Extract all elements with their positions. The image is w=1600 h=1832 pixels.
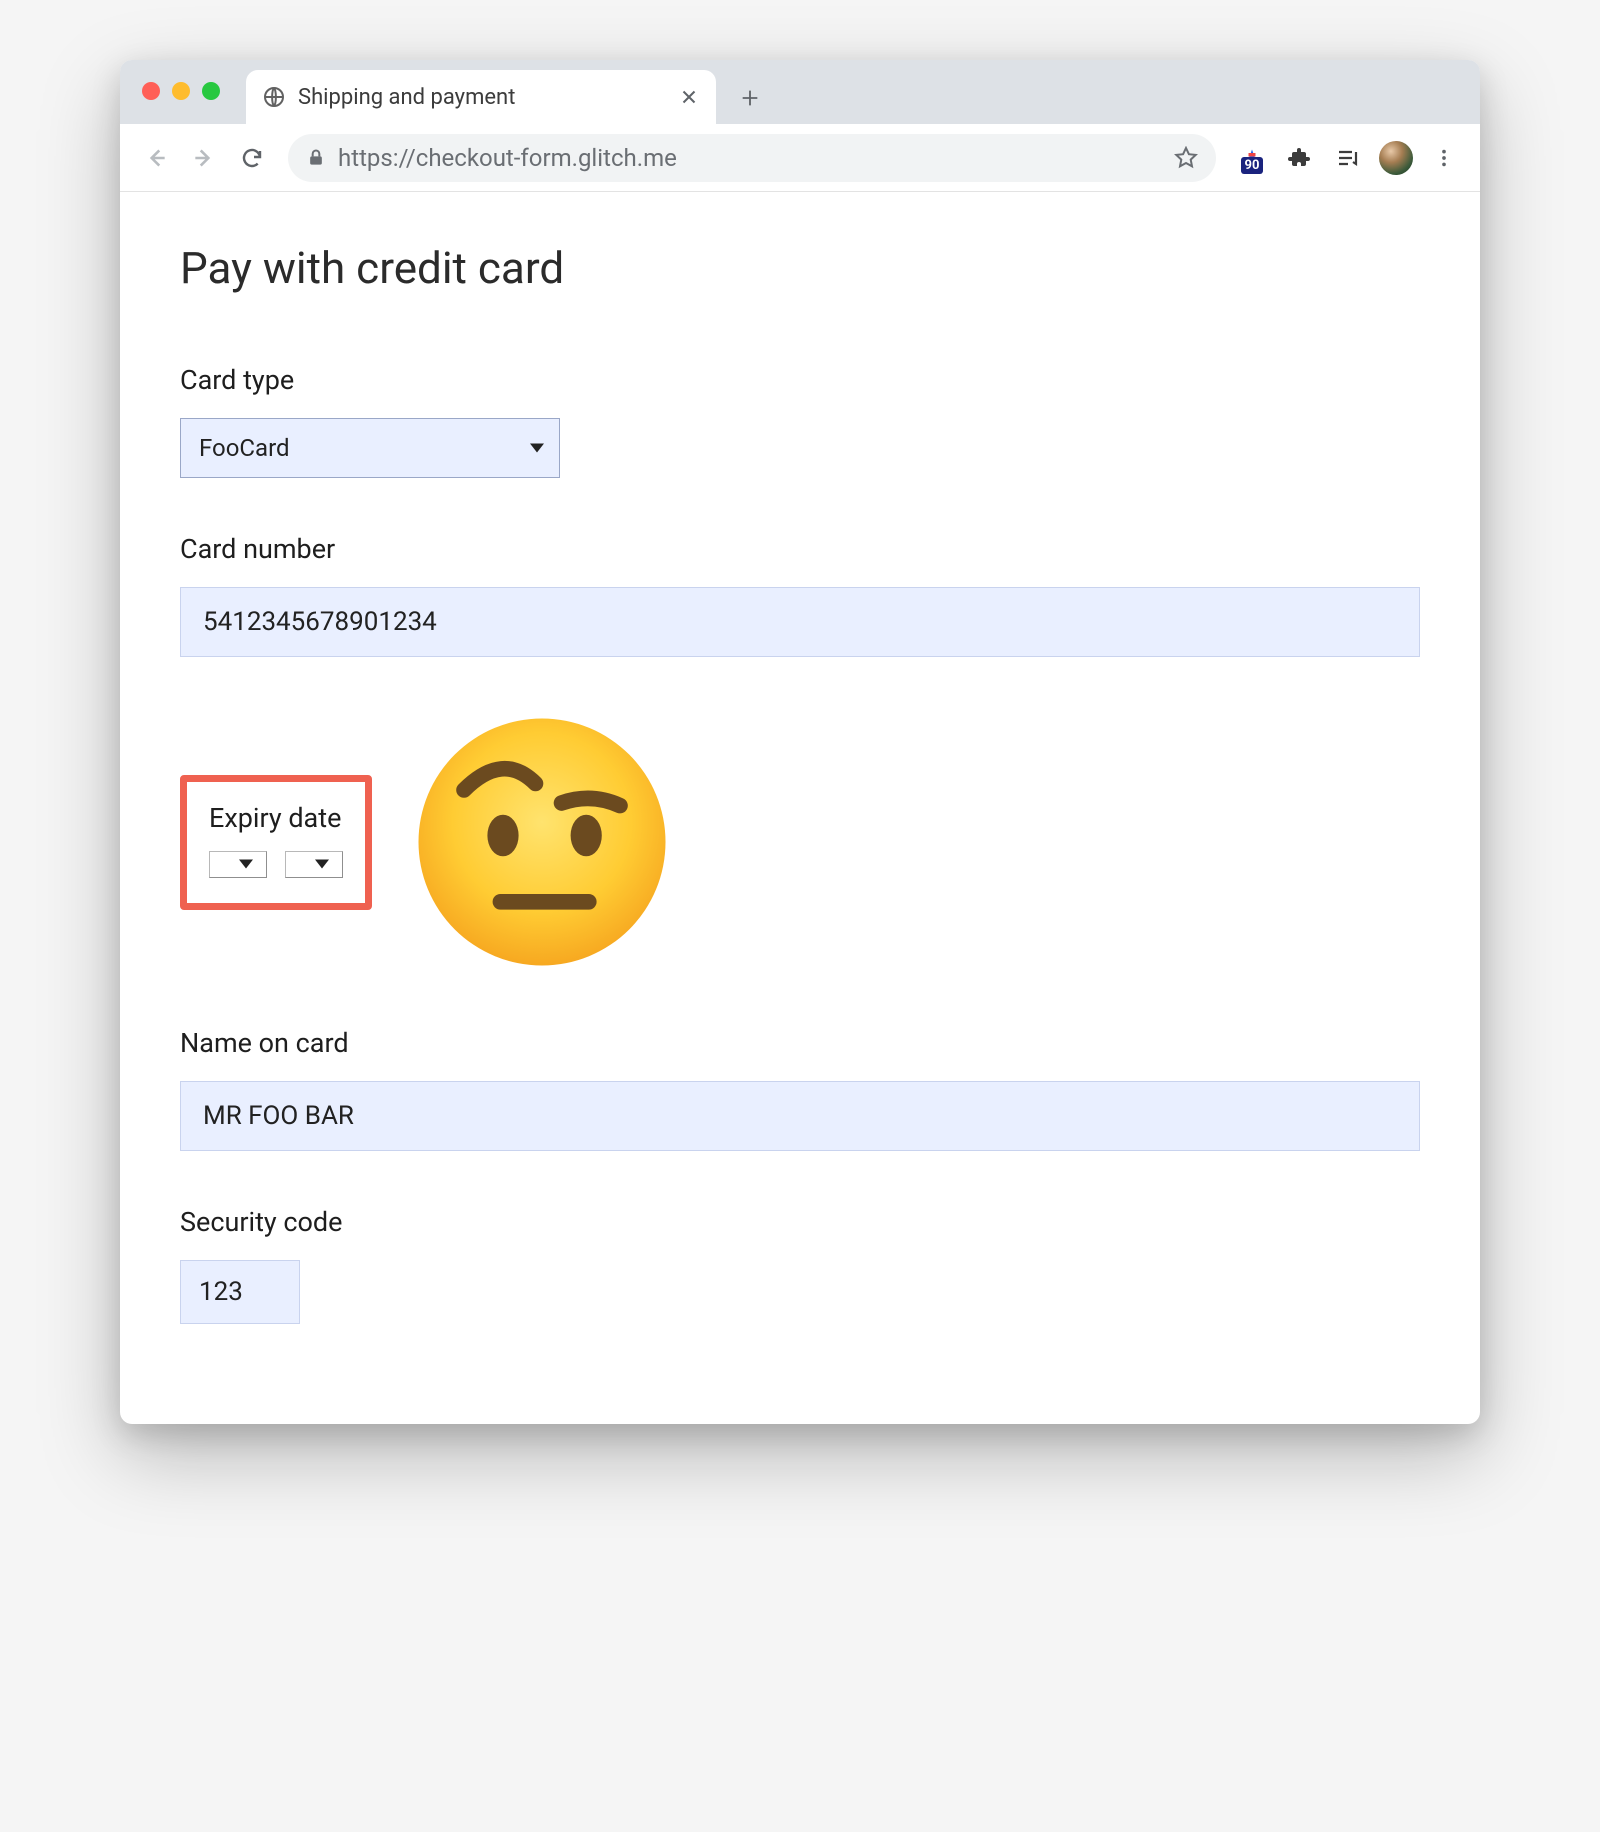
window-minimize-button[interactable] xyxy=(172,82,190,100)
name-on-card-label: Name on card xyxy=(180,1027,1420,1059)
security-code-input[interactable]: 123 xyxy=(180,1260,300,1324)
extensions-icon[interactable] xyxy=(1278,136,1322,180)
name-on-card-input[interactable]: MR FOO BAR xyxy=(180,1081,1420,1151)
expiry-label: Expiry date xyxy=(209,802,343,834)
tab-title: Shipping and payment xyxy=(298,85,666,110)
window-maximize-button[interactable] xyxy=(202,82,220,100)
reload-button[interactable] xyxy=(230,136,274,180)
window-close-button[interactable] xyxy=(142,82,160,100)
expiry-year-select[interactable] xyxy=(285,851,343,878)
name-on-card-field: Name on card MR FOO BAR xyxy=(180,1027,1420,1151)
close-tab-icon[interactable] xyxy=(678,86,700,108)
forward-button[interactable] xyxy=(182,136,226,180)
card-number-field: Card number 5412345678901234 xyxy=(180,533,1420,657)
browser-toolbar: https://checkout-form.glitch.me 90 xyxy=(120,124,1480,192)
new-tab-button[interactable] xyxy=(728,76,772,120)
card-number-input[interactable]: 5412345678901234 xyxy=(180,587,1420,657)
card-type-label: Card type xyxy=(180,364,1420,396)
lock-icon xyxy=(306,148,326,168)
globe-icon xyxy=(262,85,286,109)
card-number-label: Card number xyxy=(180,533,1420,565)
name-on-card-value: MR FOO BAR xyxy=(203,1101,354,1131)
url-text: https://checkout-form.glitch.me xyxy=(338,144,1162,172)
expiry-highlight-annotation: Expiry date xyxy=(180,775,372,910)
address-bar[interactable]: https://checkout-form.glitch.me xyxy=(288,134,1216,182)
security-code-label: Security code xyxy=(180,1206,1420,1238)
window-controls xyxy=(142,82,220,100)
extension-badge: 90 xyxy=(1241,157,1264,174)
raised-eyebrow-emoji-icon xyxy=(412,712,672,972)
profile-avatar[interactable] xyxy=(1374,136,1418,180)
lighthouse-extension-icon[interactable]: 90 xyxy=(1230,136,1274,180)
back-button[interactable] xyxy=(134,136,178,180)
page-content: Pay with credit card Card type FooCard C… xyxy=(120,192,1480,1424)
card-type-value: FooCard xyxy=(199,434,290,462)
browser-tab[interactable]: Shipping and payment xyxy=(246,70,716,124)
card-number-value: 5412345678901234 xyxy=(203,607,437,637)
reading-list-icon[interactable] xyxy=(1326,136,1370,180)
card-type-field: Card type FooCard xyxy=(180,364,1420,478)
page-heading: Pay with credit card xyxy=(180,242,1420,294)
expiry-month-select[interactable] xyxy=(209,851,267,878)
card-type-select[interactable]: FooCard xyxy=(180,418,560,478)
menu-button[interactable] xyxy=(1422,136,1466,180)
tab-strip: Shipping and payment xyxy=(120,60,1480,124)
expiry-date-field: Expiry date xyxy=(180,712,1420,972)
security-code-field: Security code 123 xyxy=(180,1206,1420,1324)
browser-window: Shipping and payment xyxy=(120,60,1480,1424)
security-code-value: 123 xyxy=(199,1277,243,1307)
star-icon[interactable] xyxy=(1174,146,1198,170)
